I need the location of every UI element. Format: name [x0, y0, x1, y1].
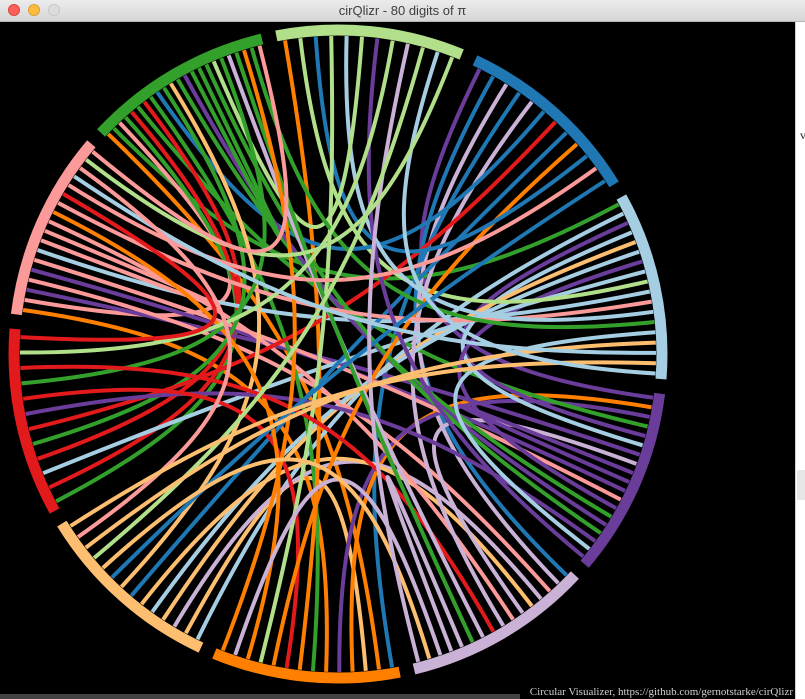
background-window-text: v.: [800, 128, 805, 142]
app-window: cirQlizr - 80 digits of π v. Circular Vi…: [0, 0, 805, 699]
digit-arc-5: [212, 648, 401, 684]
digit-arcs: [8, 24, 668, 684]
digit-arc-7: [8, 328, 60, 514]
background-window-strip: [797, 470, 805, 500]
window-title: cirQlizr - 80 digits of π: [338, 3, 467, 18]
chord-group: [19, 36, 657, 673]
status-strip: [0, 694, 520, 699]
chord-diagram: [8, 24, 668, 684]
credit-text: Circular Visualizer, https://github.com/…: [529, 686, 793, 698]
background-window-edge: [795, 22, 805, 699]
digit-arc-0: [275, 24, 464, 60]
title-bar[interactable]: cirQlizr - 80 digits of π: [0, 0, 805, 22]
chord-2-3: [460, 230, 644, 448]
